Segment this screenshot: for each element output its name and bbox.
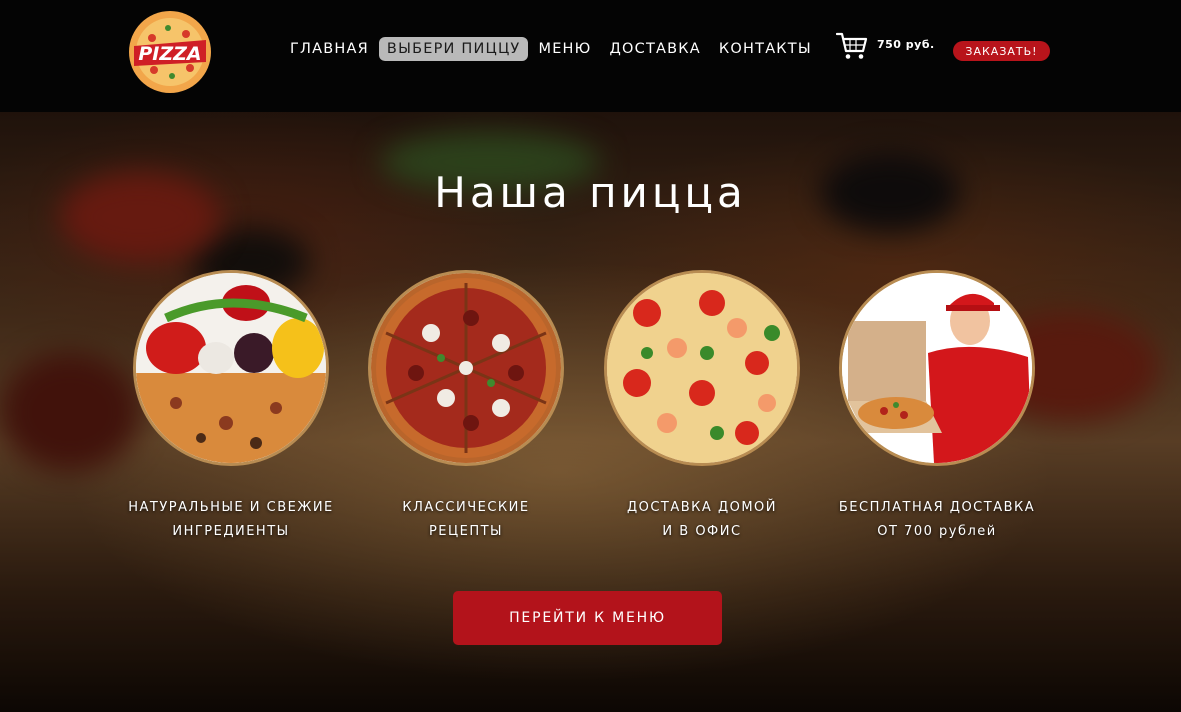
caption-line-2: ИНГРЕДИЕНТЫ (172, 524, 290, 539)
main-nav: ГЛАВНАЯ ВЫБЕРИ ПИЦЦУ МЕНЮ ДОСТАВКА КОНТА… (282, 35, 822, 63)
caption-line-1: ДОСТАВКА ДОМОЙ (626, 500, 778, 515)
nav-item-delivery[interactable]: ДОСТАВКА (602, 37, 709, 61)
site-header: PIZZA ГЛАВНАЯ ВЫБЕРИ ПИЦЦУ МЕНЮ ДОСТАВКА… (0, 0, 1181, 112)
hero-section: Наша пицца НАТУРАЛЬНЫЕ И СВЕЖИЕ ИНГРЕДИЕ… (0, 112, 1181, 712)
nav-item-menu[interactable]: МЕНЮ (530, 37, 599, 61)
feature-delivery-home-office: ДОСТАВКА ДОМОЙ И В ОФИС (587, 270, 817, 544)
feature-fresh-ingredients: НАТУРАЛЬНЫЕ И СВЕЖИЕ ИНГРЕДИЕНТЫ (116, 270, 346, 544)
go-to-menu-button[interactable]: ПЕРЕЙТИ К МЕНЮ (453, 591, 722, 645)
caption-line-1: НАТУРАЛЬНЫЕ И СВЕЖИЕ (128, 500, 334, 515)
nav-item-home[interactable]: ГЛАВНАЯ (282, 37, 377, 61)
shopping-cart-icon[interactable] (836, 31, 868, 61)
caption-line-2: И В ОФИС (662, 524, 742, 539)
nav-item-contacts[interactable]: КОНТАКТЫ (711, 37, 820, 61)
caption-line-1: КЛАССИЧЕСКИЕ (402, 500, 530, 515)
feature-caption: БЕСПЛАТНАЯ ДОСТАВКА ОТ 700 рублей (822, 496, 1052, 544)
feature-image-pizza (368, 270, 564, 466)
logo-text: PIZZA (138, 43, 201, 65)
feature-classic-recipes: КЛАССИЧЕСКИЕ РЕЦЕПТЫ (351, 270, 581, 544)
feature-free-delivery: БЕСПЛАТНАЯ ДОСТАВКА ОТ 700 рублей (822, 270, 1052, 544)
feature-image-delivery-man (839, 270, 1035, 466)
feature-image-vegetables (133, 270, 329, 466)
feature-image-seafood-pizza (604, 270, 800, 466)
nav-item-choose-pizza[interactable]: ВЫБЕРИ ПИЦЦУ (378, 37, 529, 61)
hero-title: Наша пицца (434, 168, 747, 217)
feature-caption: КЛАССИЧЕСКИЕ РЕЦЕПТЫ (351, 496, 581, 544)
feature-caption: ДОСТАВКА ДОМОЙ И В ОФИС (587, 496, 817, 544)
order-button[interactable]: ЗАКАЗАТЬ! (953, 41, 1050, 61)
pizza-logo[interactable]: PIZZA (128, 10, 212, 94)
caption-line-2: РЕЦЕПТЫ (428, 524, 504, 539)
caption-line-2: ОТ 700 рублей (877, 524, 997, 539)
feature-caption: НАТУРАЛЬНЫЕ И СВЕЖИЕ ИНГРЕДИЕНТЫ (116, 496, 346, 544)
caption-line-1: БЕСПЛАТНАЯ ДОСТАВКА (838, 500, 1036, 515)
cart-price: 750 руб. (877, 38, 935, 51)
